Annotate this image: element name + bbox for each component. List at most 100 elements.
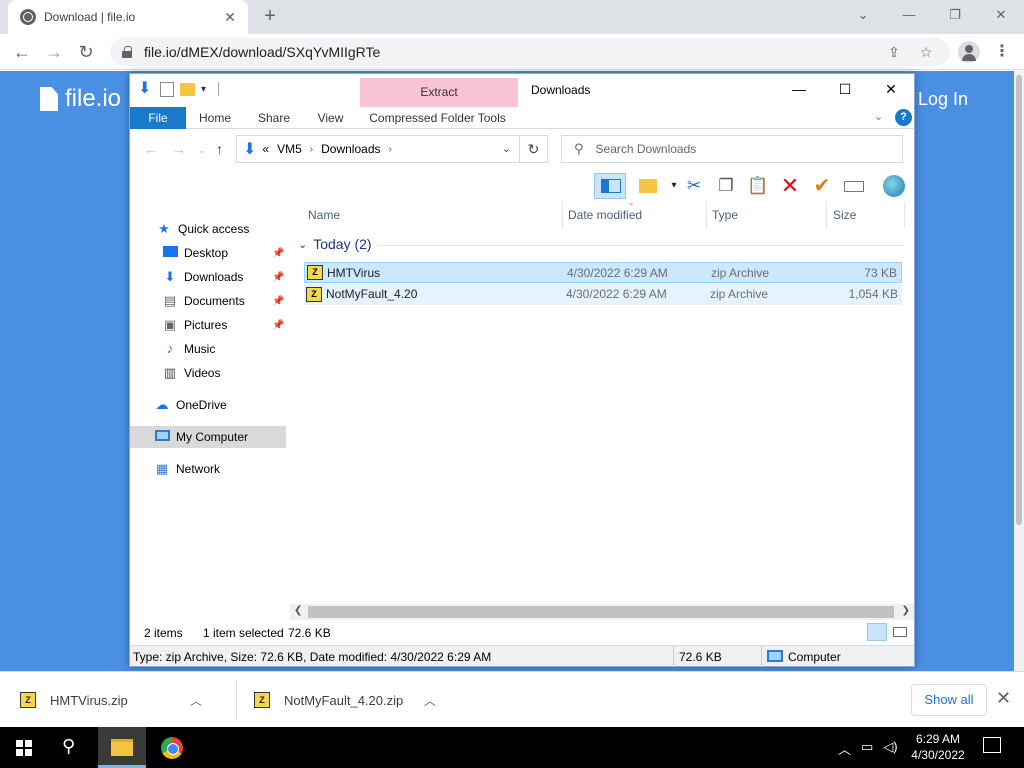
close-window-button[interactable]: ✕ — [978, 0, 1024, 30]
scroll-right-icon[interactable]: ❯ — [902, 605, 910, 616]
address-bar[interactable]: file.io/dMEX/download/SXqYvMIIgRTe ⇪ ☆ — [110, 38, 950, 66]
up-folder-icon[interactable]: ↑ — [216, 141, 223, 157]
tab-compressed-folder-tools[interactable]: Compressed Folder Tools — [367, 107, 508, 129]
minimize-button[interactable]: — — [886, 0, 932, 30]
pin-icon[interactable]: 📌 — [272, 296, 284, 307]
tab-file[interactable]: File — [130, 107, 186, 129]
show-hidden-icons-icon[interactable]: ︿ — [838, 739, 851, 758]
tab-share[interactable]: Share — [258, 107, 290, 129]
bookmark-star-icon[interactable]: ☆ — [914, 44, 938, 61]
taskbar-search-icon[interactable]: ⚲ — [62, 736, 75, 757]
group-header-today[interactable]: ⌄ Today (2) — [298, 236, 372, 252]
nav-videos[interactable]: ▥ Videos — [162, 362, 221, 384]
pin-icon[interactable]: 📌 — [272, 320, 284, 331]
expand-ribbon-icon[interactable]: ⌄ — [874, 110, 883, 123]
network-status-icon[interactable]: ▭ — [861, 739, 873, 758]
forward-button[interactable]: → — [42, 40, 66, 64]
url-text[interactable]: file.io/dMEX/download/SXqYvMIIgRTe — [144, 44, 874, 60]
site-logo[interactable]: file.io — [40, 85, 121, 113]
lock-icon[interactable] — [122, 46, 132, 58]
reload-button[interactable]: ↻ — [74, 40, 98, 64]
tab-home[interactable]: Home — [198, 107, 232, 129]
explorer-maximize-button[interactable]: ☐ — [822, 74, 868, 104]
pin-icon[interactable]: 📌 — [272, 272, 284, 283]
delete-icon[interactable]: ✕ — [776, 173, 804, 199]
taskbar-chrome[interactable] — [148, 727, 196, 768]
column-header-size[interactable]: Size — [833, 202, 856, 228]
share-icon[interactable]: ⇪ — [882, 44, 906, 61]
check-icon[interactable]: ✔ — [808, 173, 836, 199]
copy-icon[interactable]: ❐ — [712, 173, 740, 199]
search-downloads-input[interactable]: ⚲ Search Downloads — [561, 135, 903, 163]
details-view-icon[interactable] — [867, 623, 887, 641]
chrome-menu-icon[interactable]: ⋮ — [990, 41, 1014, 65]
tab-search-icon[interactable]: ⌄ — [840, 0, 886, 30]
explorer-forward-icon[interactable]: → — [172, 141, 186, 157]
column-header-date[interactable]: Date modified — [568, 202, 642, 228]
recent-locations-icon[interactable]: ⌄ — [198, 145, 206, 156]
explorer-close-button[interactable]: ✕ — [868, 74, 914, 104]
browser-tab[interactable]: Download | file.io ✕ — [8, 0, 248, 34]
scrollbar-thumb[interactable] — [308, 606, 894, 618]
customize-toolbar-icon[interactable]: ▾ — [201, 84, 206, 95]
breadcrumb-chevron-icon[interactable]: › — [389, 144, 392, 155]
windows-start-icon[interactable] — [16, 740, 32, 756]
back-button[interactable]: ← — [10, 40, 34, 64]
large-icons-view-icon[interactable] — [890, 623, 910, 641]
volume-icon[interactable]: ◁) — [883, 739, 897, 758]
nav-desktop[interactable]: Desktop 📌 — [162, 242, 290, 264]
nav-downloads[interactable]: ⬇ Downloads 📌 — [162, 266, 290, 288]
breadcrumb-overflow[interactable]: « — [262, 142, 269, 156]
horizontal-scrollbar[interactable]: ❮ ❯ — [290, 604, 914, 620]
breadcrumb-chevron-icon[interactable]: › — [310, 144, 313, 155]
tab-view[interactable]: View — [317, 107, 344, 129]
restore-button[interactable]: ❐ — [932, 0, 978, 30]
rename-icon[interactable] — [840, 173, 868, 199]
new-tab-button[interactable]: + — [258, 6, 282, 28]
properties-icon[interactable] — [160, 81, 174, 97]
scroll-left-icon[interactable]: ❮ — [294, 605, 302, 616]
download-item[interactable]: Z HMTVirus.zip ︿ — [20, 672, 202, 728]
collapse-group-icon[interactable]: ⌄ — [298, 238, 307, 251]
file-row[interactable]: Z NotMyFault_4.20 4/30/2022 6:29 AM zip … — [304, 284, 902, 305]
help-icon[interactable]: ? — [895, 109, 912, 126]
nav-music[interactable]: ♪ Music — [162, 338, 216, 360]
download-item[interactable]: Z NotMyFault_4.20.zip ︿ — [254, 672, 436, 728]
chevron-up-icon[interactable]: ︿ — [424, 692, 436, 709]
taskbar-file-explorer[interactable] — [98, 727, 146, 768]
taskbar-clock[interactable]: 6:29 AM 4/30/2022 — [906, 731, 970, 763]
chevron-up-icon[interactable]: ︿ — [190, 692, 202, 709]
refresh-button[interactable]: ↻ — [519, 135, 547, 163]
globe-network-icon[interactable] — [880, 173, 908, 199]
explorer-back-icon[interactable]: ← — [144, 141, 158, 157]
nav-documents[interactable]: ▤ Documents 📌 — [162, 290, 290, 312]
nav-onedrive[interactable]: ☁ OneDrive — [154, 394, 227, 416]
explorer-address-bar[interactable]: ⬇ « VM5 › Downloads › ⌄ — [236, 135, 548, 163]
nav-pictures[interactable]: ▣ Pictures 📌 — [162, 314, 290, 336]
paste-icon[interactable]: 📋 — [744, 173, 772, 199]
layout-pane-icon[interactable] — [594, 173, 626, 199]
nav-network[interactable]: ▦ Network — [154, 458, 220, 480]
close-shelf-icon[interactable]: ✕ — [996, 688, 1011, 709]
notification-icon[interactable] — [983, 737, 1001, 753]
download-arrow-icon[interactable]: ⬇ — [138, 80, 154, 98]
column-header-name[interactable]: Name — [308, 202, 340, 228]
show-all-button[interactable]: Show all — [911, 684, 987, 716]
login-link[interactable]: Log In — [918, 89, 968, 110]
breadcrumb-downloads[interactable]: Downloads — [321, 142, 380, 156]
file-row[interactable]: Z HMTVirus 4/30/2022 6:29 AM zip Archive… — [304, 262, 902, 283]
new-folder-icon[interactable] — [180, 82, 195, 96]
close-tab-icon[interactable]: ✕ — [222, 9, 238, 25]
explorer-minimize-button[interactable]: — — [776, 74, 822, 104]
address-dropdown-icon[interactable]: ⌄ — [502, 142, 511, 155]
pin-icon[interactable]: 📌 — [272, 248, 284, 259]
extract-contextual-tab[interactable]: Extract — [360, 78, 518, 107]
breadcrumb-vm5[interactable]: VM5 — [277, 142, 302, 156]
cut-icon[interactable]: ✂ — [680, 173, 708, 199]
page-scrollbar[interactable] — [1014, 71, 1024, 671]
nav-my-computer[interactable]: My Computer — [130, 426, 286, 448]
nav-quick-access[interactable]: ★ Quick access — [156, 218, 249, 240]
folder-options-icon[interactable] — [634, 173, 662, 199]
column-header-type[interactable]: Type — [712, 202, 738, 228]
profile-avatar-icon[interactable] — [958, 41, 980, 63]
